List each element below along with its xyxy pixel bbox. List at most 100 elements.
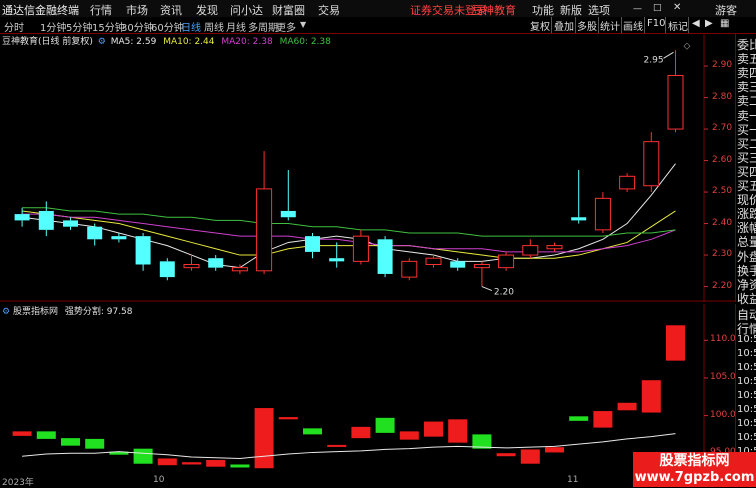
indicator-bar	[278, 417, 298, 420]
tool-diejia[interactable]: 叠加	[554, 18, 574, 33]
indicator-bar	[666, 325, 685, 361]
tick-time: 10:5	[737, 432, 756, 443]
toolbar-divider	[688, 17, 689, 33]
indicator-tick-label: 105.0	[710, 371, 736, 382]
toolbar-divider	[598, 17, 599, 33]
menu-wenxiaoda[interactable]: 问小达	[230, 2, 263, 18]
tf-fenshi[interactable]: 分时	[4, 19, 24, 34]
tf-1min[interactable]: 1分钟	[40, 19, 66, 34]
tool-f10[interactable]: F10	[647, 18, 665, 31]
tool-duogu[interactable]: 多股	[577, 18, 597, 33]
app-title: 通达信金融终端	[2, 4, 79, 17]
menu-xinban[interactable]: 新版	[560, 2, 582, 18]
candle-body	[305, 236, 320, 252]
watermark-banner: 股票指标网 www.7gpzb.com	[633, 452, 756, 487]
toolbar-divider	[551, 17, 552, 33]
tool-tongji[interactable]: 统计	[600, 18, 620, 33]
price-tick-label: 2.80	[712, 91, 733, 102]
timeframe-bar: 分时 1分钟 5分钟 15分钟 30分钟 60分钟 日线 周线 月线 多周期 更…	[0, 17, 756, 34]
indicator-bar	[399, 431, 419, 440]
candle	[159, 258, 175, 281]
tf-60min[interactable]: 60分钟	[151, 19, 184, 34]
tick-time: 10:5	[737, 418, 756, 429]
indicator-bar	[327, 444, 347, 447]
tick-panel: 自动行情10:510:510:510:510:510:510:510:510:5	[735, 304, 756, 457]
candle	[594, 192, 611, 233]
indicator-bar	[496, 453, 516, 457]
candle-body	[377, 239, 393, 274]
menu-bar: 通达信金融终端 行情 市场 资讯 发现 问小达 财富圈 交易 证券交易未登录 豆…	[0, 0, 756, 18]
candle	[667, 50, 684, 133]
tick-time: 10:5	[737, 404, 756, 415]
user-label[interactable]: 游客	[715, 2, 737, 18]
ma60-line	[22, 207, 676, 237]
menu-hangqing[interactable]: 行情	[90, 2, 112, 18]
menu-xuanxiang[interactable]: 选项	[588, 2, 610, 18]
indicator-bar	[12, 431, 32, 436]
tf-5min[interactable]: 5分钟	[66, 19, 92, 34]
indicator-bar	[520, 449, 540, 464]
close-icon[interactable]: ✕	[673, 2, 681, 13]
candle-body	[401, 260, 418, 278]
candle	[522, 239, 539, 259]
prev-arrow-icon[interactable]: ◀	[692, 18, 700, 31]
high-marker-label: 2.95	[644, 55, 664, 65]
candle-body	[63, 220, 78, 227]
candle-body	[522, 245, 539, 256]
tf-more-chevron-icon[interactable]: ▼	[300, 20, 306, 29]
candle	[425, 255, 442, 268]
menu-caifuquan[interactable]: 财富圈	[272, 2, 305, 18]
candle-body	[231, 267, 248, 272]
price-tick-label: 2.50	[712, 186, 733, 197]
candle-body	[14, 214, 30, 221]
menu-shichang[interactable]: 市场	[126, 2, 148, 18]
candle-body	[329, 258, 345, 262]
tf-month[interactable]: 月线	[226, 19, 246, 34]
indicator-bar	[254, 408, 274, 469]
candlestick-chart[interactable]: 2.95 ◇ 2.20	[0, 34, 735, 302]
candle-body	[594, 197, 611, 231]
tool-fuquan[interactable]: 复权	[530, 18, 550, 33]
menu-zixun[interactable]: 资讯	[160, 2, 182, 18]
candle	[256, 151, 273, 274]
indicator-bar	[424, 421, 443, 437]
candle-body	[571, 217, 587, 221]
tool-biaoji[interactable]: 标记	[668, 18, 688, 33]
menu-gongneng[interactable]: 功能	[532, 2, 554, 18]
tf-week[interactable]: 周线	[204, 19, 224, 34]
maximize-icon[interactable]: □	[653, 3, 662, 13]
candle-body	[546, 245, 563, 250]
quote-panel: 委比 卖五 卖四 卖三 卖二 卖一 买一 买二 买三 买四 买五 现价 涨跌 涨幅 总量 外盘 换手 净资 收益	[735, 34, 756, 306]
menu-jiaoyi[interactable]: 交易	[318, 2, 340, 18]
candle	[14, 207, 30, 227]
layout-icon[interactable]: ▦	[720, 18, 729, 31]
indicator-tick-label: 100.0	[710, 409, 736, 420]
tool-huaxian[interactable]: 画线	[623, 18, 643, 33]
indicator-bar	[303, 428, 322, 435]
tf-15min[interactable]: 15分钟	[92, 19, 125, 34]
indicator-bar	[230, 464, 250, 468]
date-label: 10	[153, 475, 165, 485]
toolbar-divider	[621, 17, 622, 33]
tf-30min[interactable]: 30分钟	[121, 19, 154, 34]
indicator-chart[interactable]	[0, 304, 735, 474]
menu-faxian[interactable]: 发现	[196, 2, 218, 18]
date-label: 2023年	[2, 478, 34, 488]
candle	[135, 233, 151, 271]
toolbar-divider	[644, 17, 645, 33]
candle-body	[619, 175, 636, 190]
watermark-url: www.7gpzb.com	[634, 470, 755, 485]
low-marker-label: 2.20	[494, 288, 514, 298]
toolbar-divider	[665, 17, 666, 33]
next-arrow-icon[interactable]: ▶	[705, 18, 713, 31]
candle-body	[208, 258, 224, 268]
tf-day[interactable]: 日线	[181, 19, 201, 34]
watermark-title: 股票指标网	[659, 453, 730, 469]
high-marker-line	[663, 51, 674, 59]
date-axis: 2023年 10 11	[0, 474, 633, 488]
toolbar-divider	[575, 17, 576, 33]
tf-more[interactable]: 更多	[276, 19, 296, 34]
tf-multi[interactable]: 多周期	[248, 19, 278, 34]
candle-body	[111, 236, 127, 240]
minimize-icon[interactable]: —	[633, 4, 642, 14]
